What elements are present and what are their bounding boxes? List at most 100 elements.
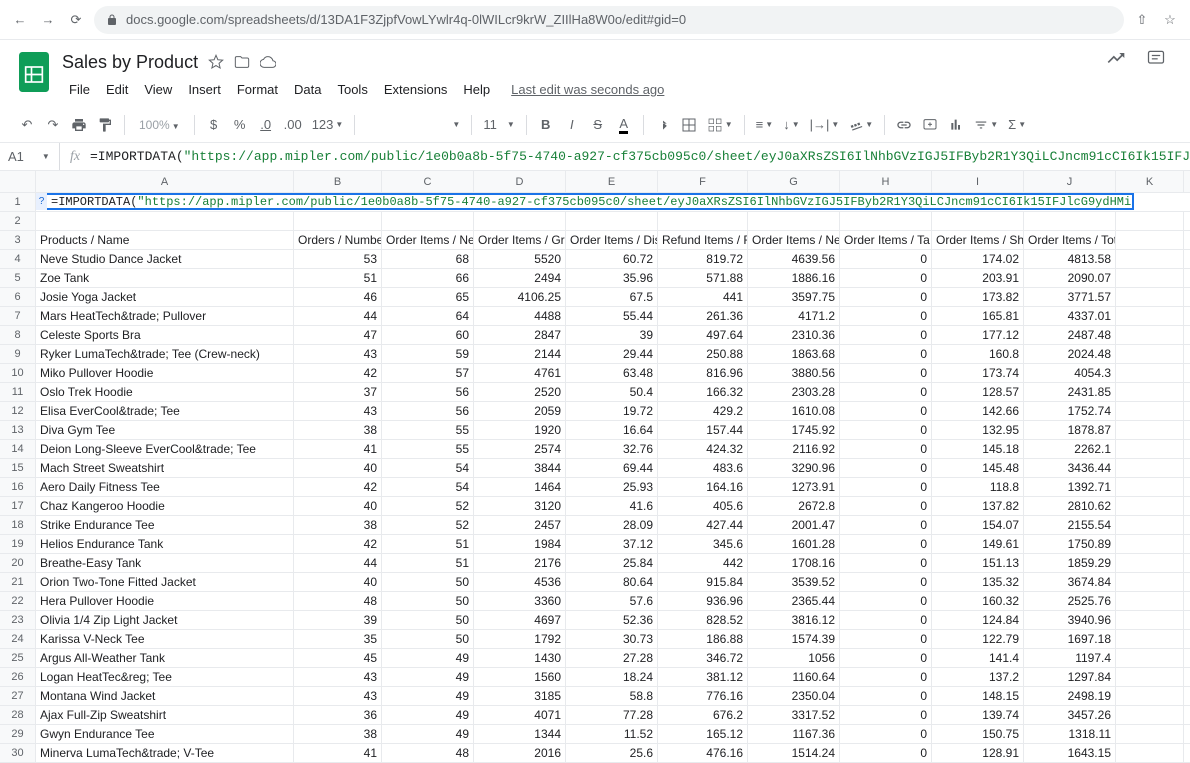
cell[interactable]: 0 xyxy=(840,725,932,743)
cell[interactable] xyxy=(1116,459,1184,477)
cell[interactable] xyxy=(1116,592,1184,610)
row-header[interactable]: 4 xyxy=(0,250,36,268)
cell[interactable] xyxy=(1116,611,1184,629)
cell[interactable]: 118.8 xyxy=(932,478,1024,496)
cell[interactable]: 776.16 xyxy=(658,687,748,705)
undo-icon[interactable]: ↶ xyxy=(16,113,38,137)
cell[interactable]: 174.02 xyxy=(932,250,1024,268)
row-header[interactable]: 12 xyxy=(0,402,36,420)
cell[interactable]: 816.96 xyxy=(658,364,748,382)
cell[interactable]: 51 xyxy=(294,269,382,287)
cell[interactable]: 427.44 xyxy=(658,516,748,534)
col-header-D[interactable]: D xyxy=(474,171,566,192)
cell[interactable]: 50 xyxy=(382,630,474,648)
cell[interactable]: 32.76 xyxy=(566,440,658,458)
cell[interactable]: 0 xyxy=(840,668,932,686)
cell[interactable]: 25.6 xyxy=(566,744,658,762)
cell[interactable] xyxy=(1116,326,1184,344)
cell[interactable]: 2024.48 xyxy=(1024,345,1116,363)
row-header[interactable]: 9 xyxy=(0,345,36,363)
col-header-B[interactable]: B xyxy=(294,171,382,192)
cell[interactable]: 2487.48 xyxy=(1024,326,1116,344)
cell[interactable]: 148.15 xyxy=(932,687,1024,705)
cell[interactable]: 11.52 xyxy=(566,725,658,743)
cell[interactable]: 65 xyxy=(382,288,474,306)
cell[interactable] xyxy=(1116,402,1184,420)
format-number-button[interactable]: 123▼ xyxy=(309,113,347,137)
cell[interactable]: Aero Daily Fitness Tee xyxy=(36,478,294,496)
cell[interactable]: 936.96 xyxy=(658,592,748,610)
cell[interactable] xyxy=(1116,383,1184,401)
cell[interactable]: 1601.28 xyxy=(748,535,840,553)
cell[interactable] xyxy=(1116,649,1184,667)
col-header-J[interactable]: J xyxy=(1024,171,1116,192)
cell[interactable]: 49 xyxy=(382,725,474,743)
doc-title[interactable]: Sales by Product xyxy=(62,52,198,73)
cell[interactable]: 1160.64 xyxy=(748,668,840,686)
cell[interactable]: 4813.58 xyxy=(1024,250,1116,268)
cell[interactable]: 67.5 xyxy=(566,288,658,306)
cell[interactable] xyxy=(1116,706,1184,724)
cell[interactable]: 1344 xyxy=(474,725,566,743)
cell[interactable]: 50.4 xyxy=(566,383,658,401)
cell[interactable]: 2672.8 xyxy=(748,497,840,515)
cell[interactable]: 4761 xyxy=(474,364,566,382)
cell[interactable]: Elisa EverCool&trade; Tee xyxy=(36,402,294,420)
cell[interactable] xyxy=(1116,687,1184,705)
cell[interactable]: 4536 xyxy=(474,573,566,591)
cell[interactable]: 424.32 xyxy=(658,440,748,458)
cell[interactable]: 405.6 xyxy=(658,497,748,515)
row-header[interactable]: 17 xyxy=(0,497,36,515)
cell[interactable]: 3436.44 xyxy=(1024,459,1116,477)
cell[interactable]: 57 xyxy=(382,364,474,382)
cell[interactable]: 42 xyxy=(294,364,382,382)
cell[interactable]: Argus All-Weather Tank xyxy=(36,649,294,667)
cell[interactable]: 38 xyxy=(294,421,382,439)
percent-button[interactable]: % xyxy=(229,113,251,137)
cell[interactable] xyxy=(1116,478,1184,496)
insert-comment-icon[interactable] xyxy=(919,113,941,137)
menu-file[interactable]: File xyxy=(62,78,97,101)
cell[interactable] xyxy=(36,212,294,230)
menu-extensions[interactable]: Extensions xyxy=(377,78,455,101)
row-header[interactable]: 5 xyxy=(0,269,36,287)
cell[interactable]: 37 xyxy=(294,383,382,401)
row-header[interactable]: 24 xyxy=(0,630,36,648)
cell[interactable]: 2520 xyxy=(474,383,566,401)
cell[interactable]: Diva Gym Tee xyxy=(36,421,294,439)
menu-edit[interactable]: Edit xyxy=(99,78,135,101)
row-header[interactable]: 18 xyxy=(0,516,36,534)
cell[interactable]: 38 xyxy=(294,725,382,743)
cell[interactable]: 39 xyxy=(294,611,382,629)
cell[interactable]: 0 xyxy=(840,288,932,306)
cell[interactable]: 48 xyxy=(294,592,382,610)
cell[interactable]: 135.32 xyxy=(932,573,1024,591)
cell[interactable]: Order Items / Ta xyxy=(840,231,932,249)
cell[interactable]: 49 xyxy=(382,668,474,686)
rotation-icon[interactable]: ▼ xyxy=(846,113,876,137)
decrease-decimal-button[interactable]: .0 xyxy=(255,113,277,137)
cell[interactable]: 49 xyxy=(382,649,474,667)
row-header[interactable]: 16 xyxy=(0,478,36,496)
cell[interactable]: 3771.57 xyxy=(1024,288,1116,306)
cell[interactable]: Logan HeatTec&reg; Tee xyxy=(36,668,294,686)
cell[interactable]: 177.12 xyxy=(932,326,1024,344)
cell[interactable]: 160.32 xyxy=(932,592,1024,610)
cell[interactable]: 483.6 xyxy=(658,459,748,477)
halign-icon[interactable]: ≡▼ xyxy=(753,113,777,137)
merge-cells-icon[interactable]: ▼ xyxy=(704,113,736,137)
cell[interactable]: Order Items / Sh xyxy=(932,231,1024,249)
cell[interactable]: Josie Yoga Jacket xyxy=(36,288,294,306)
cell[interactable]: 442 xyxy=(658,554,748,572)
cell[interactable]: 2457 xyxy=(474,516,566,534)
select-all-corner[interactable] xyxy=(0,171,36,192)
cell[interactable]: Breathe-Easy Tank xyxy=(36,554,294,572)
cell[interactable] xyxy=(1116,288,1184,306)
row-header[interactable]: 15 xyxy=(0,459,36,477)
cell[interactable]: Order Items / Ne xyxy=(382,231,474,249)
cell[interactable]: 0 xyxy=(840,440,932,458)
cell[interactable]: 39 xyxy=(566,326,658,344)
cell[interactable]: 0 xyxy=(840,573,932,591)
cell[interactable]: 2431.85 xyxy=(1024,383,1116,401)
cell[interactable]: 0 xyxy=(840,554,932,572)
